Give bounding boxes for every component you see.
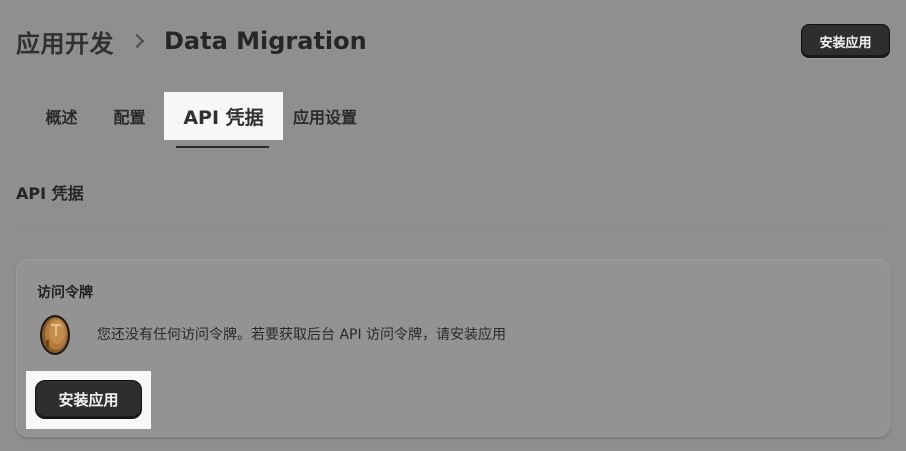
tab-api-credentials-label: API 凭据 bbox=[183, 106, 264, 129]
install-button-highlight: 安装应用 bbox=[26, 371, 151, 429]
header-install-app-button[interactable]: 安装应用 bbox=[801, 24, 890, 58]
access-token-card: 访问令牌 您还没有任何访问令牌。若要获取后台 API 访问令牌，请安装应用 安装… bbox=[16, 259, 890, 437]
card-title: 访问令牌 bbox=[37, 285, 93, 301]
active-tab-indicator bbox=[176, 146, 269, 148]
chevron-right-icon bbox=[129, 33, 145, 49]
section-divider bbox=[16, 228, 890, 229]
page-header: 应用开发 Data Migration 安装应用 bbox=[0, 0, 906, 84]
tab-overview[interactable]: 概述 bbox=[28, 92, 95, 140]
breadcrumb: 应用开发 Data Migration bbox=[16, 22, 367, 60]
no-token-message: 您还没有任何访问令牌。若要获取后台 API 访问令牌，请安装应用 bbox=[97, 327, 507, 343]
token-coin-icon bbox=[37, 312, 73, 358]
section-title: API 凭据 bbox=[16, 184, 84, 203]
page-title: Data Migration bbox=[164, 27, 367, 55]
tab-app-settings[interactable]: 应用设置 bbox=[283, 92, 373, 140]
install-app-button[interactable]: 安装应用 bbox=[35, 380, 142, 419]
tab-bar: 概述 配置 API 凭据 应用设置 bbox=[28, 92, 373, 150]
tab-api-credentials[interactable]: API 凭据 bbox=[164, 92, 283, 148]
tab-config[interactable]: 配置 bbox=[95, 92, 164, 140]
breadcrumb-root-link[interactable]: 应用开发 bbox=[16, 24, 114, 59]
